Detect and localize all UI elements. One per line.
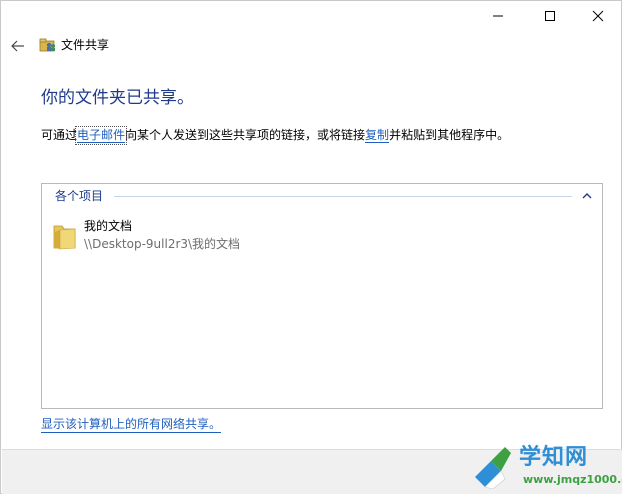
copy-link[interactable]: 复制 [365, 128, 390, 143]
collapse-button[interactable] [580, 189, 594, 203]
shared-item[interactable]: 我的文档 \\Desktop-9ull2r3\我的文档 [52, 218, 312, 256]
close-button[interactable] [575, 1, 621, 31]
share-description: 可通过电子邮件向某个人发送到这些共享项的链接，或将链接复制并粘贴到其他程序中。 [41, 126, 510, 145]
email-link[interactable]: 电子邮件 [75, 126, 128, 145]
watermark-logo-icon [475, 447, 511, 489]
watermark-text: 学知网 [519, 445, 589, 470]
file-sharing-window: 文件共享 你的文件夹已共享。 可通过电子邮件向某个人发送到这些共享项的链接，或将… [0, 0, 622, 494]
desc-suffix: 并粘贴到其他程序中。 [389, 128, 510, 142]
show-all-shares-link[interactable]: 显示该计算机上的所有网络共享。 [41, 417, 222, 433]
back-button[interactable] [7, 35, 29, 57]
panel-header: 各个项目 [42, 184, 602, 208]
item-name: 我的文档 [84, 219, 133, 233]
shared-items-panel: 各个项目 我的文档 \\Desktop-9ull2r3\我的文档 [41, 183, 603, 409]
panel-label: 各个项目 [55, 189, 108, 203]
maximize-button[interactable] [527, 1, 573, 31]
watermark-url: www.jmqz1000.com [523, 473, 622, 486]
desc-middle: 向某个人发送到这些共享项的链接，或将链接 [125, 128, 366, 142]
desc-prefix: 可通过 [41, 128, 78, 142]
folder-icon [52, 222, 78, 250]
item-path: \\Desktop-9ull2r3\我的文档 [84, 237, 241, 251]
maximize-icon [545, 11, 555, 21]
close-icon [592, 10, 604, 22]
file-sharing-icon [39, 37, 57, 53]
window-title: 文件共享 [61, 38, 110, 52]
minimize-icon [493, 15, 503, 17]
back-arrow-icon [11, 40, 24, 52]
page-heading: 你的文件夹已共享。 [41, 88, 194, 108]
chevron-up-icon [582, 193, 592, 199]
minimize-button[interactable] [475, 1, 521, 31]
panel-divider [114, 196, 572, 197]
watermark: 学知网 www.jmqz1000.com [471, 441, 622, 493]
